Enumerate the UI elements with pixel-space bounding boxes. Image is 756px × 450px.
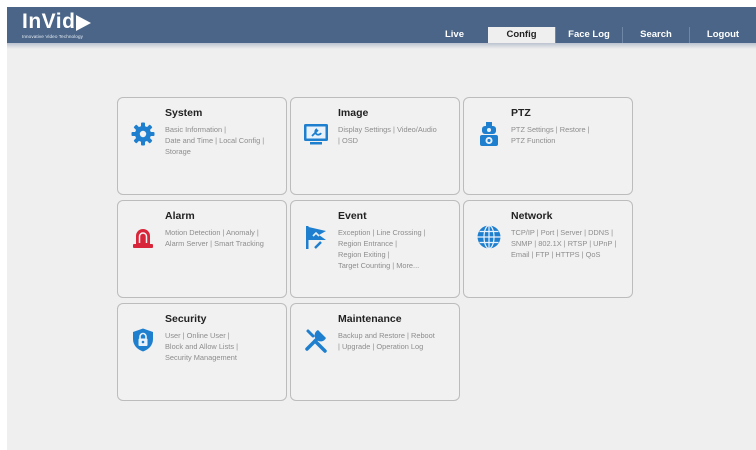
card-description: PTZ Settings | Restore | PTZ Function	[511, 125, 590, 146]
card-maintenance[interactable]: Maintenance Backup and Restore | Reboot …	[290, 303, 460, 401]
card-system[interactable]: System Basic Information | Date and Time…	[117, 97, 287, 195]
card-title: Event	[338, 210, 367, 222]
tab-face-log[interactable]: Face Log	[555, 27, 622, 43]
card-description: Display Settings | Video/Audio | OSD	[338, 125, 437, 146]
main-nav-tabs: Live Config Face Log Search Logout	[421, 27, 756, 43]
tab-config[interactable]: Config	[488, 27, 555, 43]
card-alarm[interactable]: Alarm Motion Detection | Anomaly | Alarm…	[117, 200, 287, 298]
card-description: Backup and Restore | Reboot | Upgrade | …	[338, 331, 435, 352]
card-description: User | Online User | Block and Allow Lis…	[165, 331, 238, 363]
card-title: System	[165, 107, 203, 119]
card-ptz[interactable]: PTZ PTZ Settings | Restore | PTZ Functio…	[463, 97, 633, 195]
card-description: Motion Detection | Anomaly | Alarm Serve…	[165, 228, 264, 249]
card-security[interactable]: Security User | Online User | Block and …	[117, 303, 287, 401]
event-flag-icon	[306, 226, 326, 249]
tools-icon	[305, 329, 327, 353]
alarm-light-icon	[133, 229, 153, 248]
top-header: InVid Innovative Video Technology Live C…	[7, 7, 756, 43]
tab-live[interactable]: Live	[421, 27, 488, 43]
globe-icon	[477, 224, 501, 250]
ptz-camera-icon	[480, 122, 498, 146]
header-divider	[7, 43, 756, 49]
shield-lock-icon	[133, 328, 153, 352]
card-network[interactable]: Network TCP/IP | Port | Server | DDNS | …	[463, 200, 633, 298]
card-event[interactable]: Event Exception | Line Crossing | Region…	[290, 200, 460, 298]
card-title: Network	[511, 210, 553, 222]
card-title: Security	[165, 313, 207, 325]
logo-tagline: Innovative Video Technology	[22, 34, 84, 39]
logo-arrow-icon	[76, 15, 92, 31]
card-title: PTZ	[511, 107, 531, 119]
logo: InVid Innovative Video Technology	[22, 10, 92, 39]
gear-icon	[131, 122, 155, 146]
tab-logout[interactable]: Logout	[689, 27, 756, 43]
card-description: Basic Information | Date and Time | Loca…	[165, 125, 265, 157]
card-description: Exception | Line Crossing | Region Entra…	[338, 228, 426, 271]
logo-text: InVid	[22, 10, 76, 33]
app-frame: InVid Innovative Video Technology Live C…	[7, 7, 756, 450]
card-title: Image	[338, 107, 369, 119]
card-description: TCP/IP | Port | Server | DDNS | SNMP | 8…	[511, 228, 617, 260]
monitor-settings-icon	[304, 124, 328, 145]
card-title: Alarm	[165, 210, 195, 222]
tab-search[interactable]: Search	[622, 27, 689, 43]
card-title: Maintenance	[338, 313, 402, 325]
card-image[interactable]: Image Display Settings | Video/Audio | O…	[290, 97, 460, 195]
